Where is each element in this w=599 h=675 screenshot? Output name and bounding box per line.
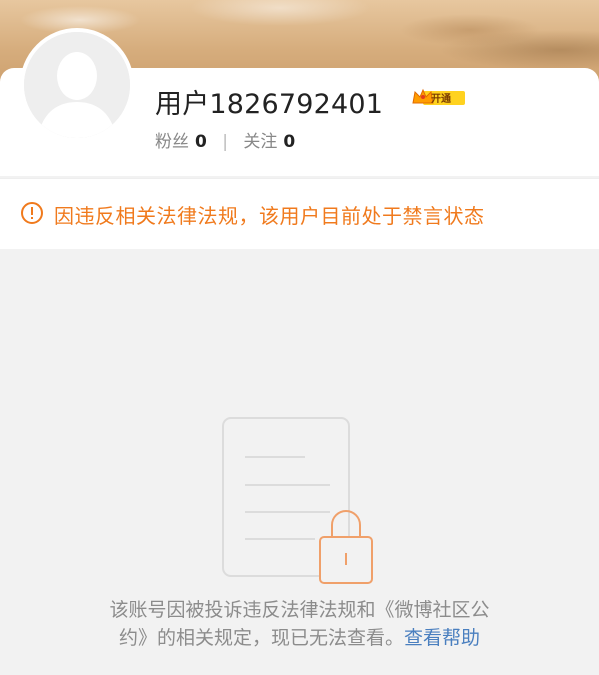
warning-icon (21, 202, 43, 224)
vip-label: 开通 (431, 94, 451, 105)
following-count: 0 (283, 132, 296, 152)
stats-divider: | (222, 132, 228, 152)
vip-open-badge[interactable]: 开通 (411, 88, 467, 108)
following-stat[interactable]: 关注 0 (243, 132, 295, 152)
followers-stat[interactable]: 粉丝 0 (155, 132, 212, 152)
view-help-link[interactable]: 查看帮助 (404, 627, 480, 649)
account-unavailable-message: 该账号因被投诉违反法律法规和《微博社区公 约》的相关规定，现已无法查看。查看帮助 (0, 596, 599, 652)
avatar[interactable] (20, 28, 134, 142)
locked-document-icon (222, 417, 373, 584)
followers-count: 0 (195, 132, 207, 152)
ban-notice: 因违反相关法律法规，该用户目前处于禁言状态 (0, 178, 599, 249)
followers-label: 粉丝 (155, 132, 189, 152)
username: 用户1826792401 (155, 89, 384, 120)
ban-notice-text: 因违反相关法律法规，该用户目前处于禁言状态 (54, 204, 485, 228)
message-line-1: 该账号因被投诉违反法律法规和《微博社区公 (109, 599, 490, 621)
default-avatar-icon (24, 32, 130, 138)
following-label: 关注 (243, 132, 278, 152)
message-line-2: 约》的相关规定，现已无法查看。查看帮助 (0, 624, 599, 652)
stats-row: 粉丝 0 | 关注 0 (155, 127, 295, 152)
message-line-2-text: 约》的相关规定，现已无法查看。 (118, 627, 404, 649)
